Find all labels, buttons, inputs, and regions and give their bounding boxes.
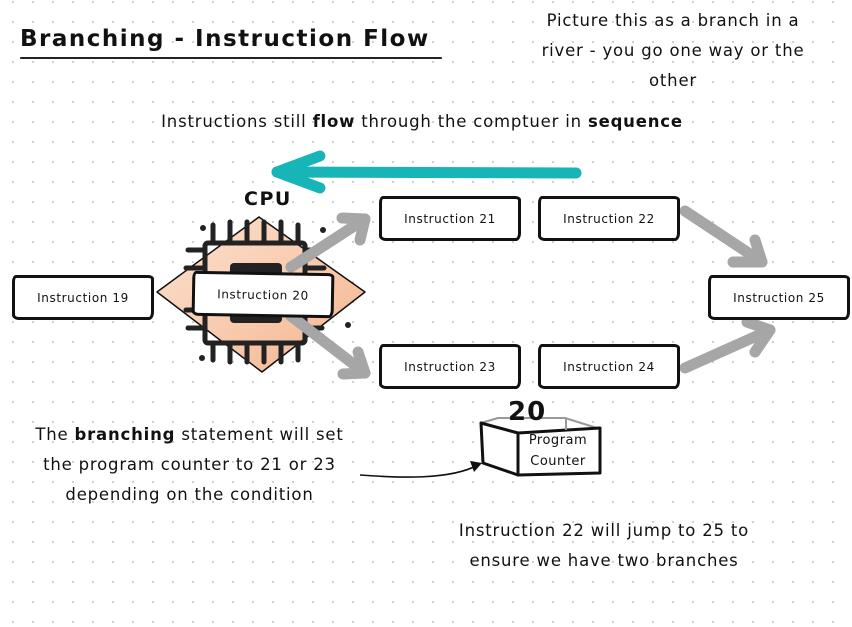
program-counter-label-line: Program: [528, 433, 588, 448]
instruction-label: Instruction 24: [563, 359, 655, 374]
arrow-24-to-25: [679, 316, 776, 374]
jump-note-line: ensure we have two branches: [469, 551, 739, 570]
instruction-box-21[interactable]: Instruction 21: [379, 196, 521, 241]
branching-note-line: depending on the condition: [65, 485, 314, 504]
branching-note: The branching statement will set the pro…: [12, 420, 367, 510]
instruction-box-25[interactable]: Instruction 25: [708, 275, 850, 320]
instruction-box-23[interactable]: Instruction 23: [379, 344, 521, 389]
instruction-label: Instruction 22: [563, 211, 655, 226]
cpu-label: CPU: [244, 188, 292, 210]
pointer-arrow-to-program-counter: [359, 461, 482, 478]
branching-note-text: statement will set: [175, 425, 344, 444]
program-counter-label: Program Counter: [518, 430, 598, 472]
branching-note-line: the program counter to 21 or 23: [43, 455, 336, 474]
instruction-box-20[interactable]: Instruction 20: [191, 270, 335, 319]
instruction-label: Instruction 20: [217, 286, 309, 303]
jump-note: Instruction 22 will jump to 25 to ensure…: [420, 516, 788, 576]
instruction-box-22[interactable]: Instruction 22: [538, 196, 680, 241]
instruction-label: Instruction 23: [404, 359, 496, 374]
flow-arrow-left: [271, 150, 582, 194]
instruction-label: Instruction 19: [37, 290, 129, 305]
branching-note-line: The branching statement will set: [12, 420, 367, 450]
jump-arrow-22-to-25: [679, 205, 768, 268]
instruction-box-24[interactable]: Instruction 24: [538, 344, 680, 389]
instruction-box-19[interactable]: Instruction 19: [12, 275, 154, 320]
program-counter-label-line: Counter: [530, 454, 586, 469]
instruction-label: Instruction 25: [733, 290, 825, 305]
program-counter-value: 20: [508, 397, 547, 427]
instruction-label: Instruction 21: [404, 211, 496, 226]
branching-note-text: The: [35, 425, 75, 444]
jump-note-line: Instruction 22 will jump to 25 to: [458, 521, 750, 540]
branching-note-emphasis: branching: [74, 425, 176, 444]
